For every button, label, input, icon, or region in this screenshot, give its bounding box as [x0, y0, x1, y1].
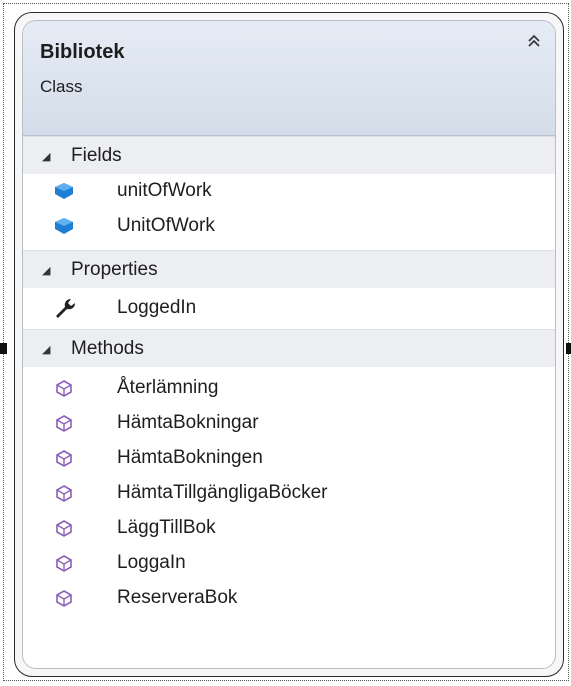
section-fields-label: Fields: [71, 145, 122, 166]
wrench-property-icon: [53, 297, 75, 318]
method-label: HämtaTillgängligaBöcker: [117, 482, 328, 503]
section-fields-header[interactable]: ◢ Fields: [23, 136, 555, 174]
field-item[interactable]: UnitOfWork: [23, 209, 555, 244]
method-label: LoggaIn: [117, 552, 186, 573]
expanded-triangle-icon[interactable]: ◢: [42, 150, 50, 163]
section-methods-label: Methods: [71, 338, 144, 359]
method-label: HämtaBokningen: [117, 447, 263, 468]
class-shape-body: Bibliotek Class ◢ Fields unitOfWork Unit…: [22, 20, 556, 669]
class-header[interactable]: Bibliotek Class: [23, 21, 555, 136]
expanded-triangle-icon[interactable]: ◢: [42, 343, 50, 356]
section-methods-header[interactable]: ◢ Methods: [23, 329, 555, 367]
method-label: ReserveraBok: [117, 587, 238, 608]
resize-handle-left[interactable]: [0, 343, 7, 354]
method-cube-icon: [53, 588, 75, 608]
section-properties-label: Properties: [71, 259, 158, 280]
method-cube-icon: [53, 413, 75, 433]
method-item[interactable]: HämtaBokningar: [23, 406, 555, 441]
class-title: Bibliotek: [40, 41, 125, 63]
method-item[interactable]: HämtaBokningen: [23, 441, 555, 476]
resize-handle-right[interactable]: [566, 343, 571, 354]
method-label: HämtaBokningar: [117, 412, 259, 433]
section-properties-header[interactable]: ◢ Properties: [23, 250, 555, 288]
method-item[interactable]: LäggTillBok: [23, 511, 555, 546]
method-cube-icon: [53, 553, 75, 573]
method-cube-icon: [53, 518, 75, 538]
field-label: unitOfWork: [117, 180, 212, 201]
method-item[interactable]: HämtaTillgängligaBöcker: [23, 476, 555, 511]
method-cube-icon: [53, 378, 75, 398]
method-item[interactable]: ReserveraBok: [23, 581, 555, 616]
property-item[interactable]: LoggedIn: [23, 288, 555, 329]
field-icon: [53, 216, 75, 236]
method-cube-icon: [53, 448, 75, 468]
method-label: LäggTillBok: [117, 517, 216, 538]
class-shape[interactable]: Bibliotek Class ◢ Fields unitOfWork Unit…: [14, 12, 564, 677]
field-item[interactable]: unitOfWork: [23, 174, 555, 209]
expanded-triangle-icon[interactable]: ◢: [42, 264, 50, 277]
field-icon: [53, 181, 75, 201]
method-cube-icon: [53, 483, 75, 503]
double-chevron-up-icon[interactable]: [523, 33, 545, 55]
field-label: UnitOfWork: [117, 215, 215, 236]
class-stereotype: Class: [40, 77, 83, 96]
method-item[interactable]: LoggaIn: [23, 546, 555, 581]
property-label: LoggedIn: [117, 297, 197, 318]
method-item[interactable]: Återlämning: [23, 371, 555, 406]
method-label: Återlämning: [117, 377, 219, 398]
